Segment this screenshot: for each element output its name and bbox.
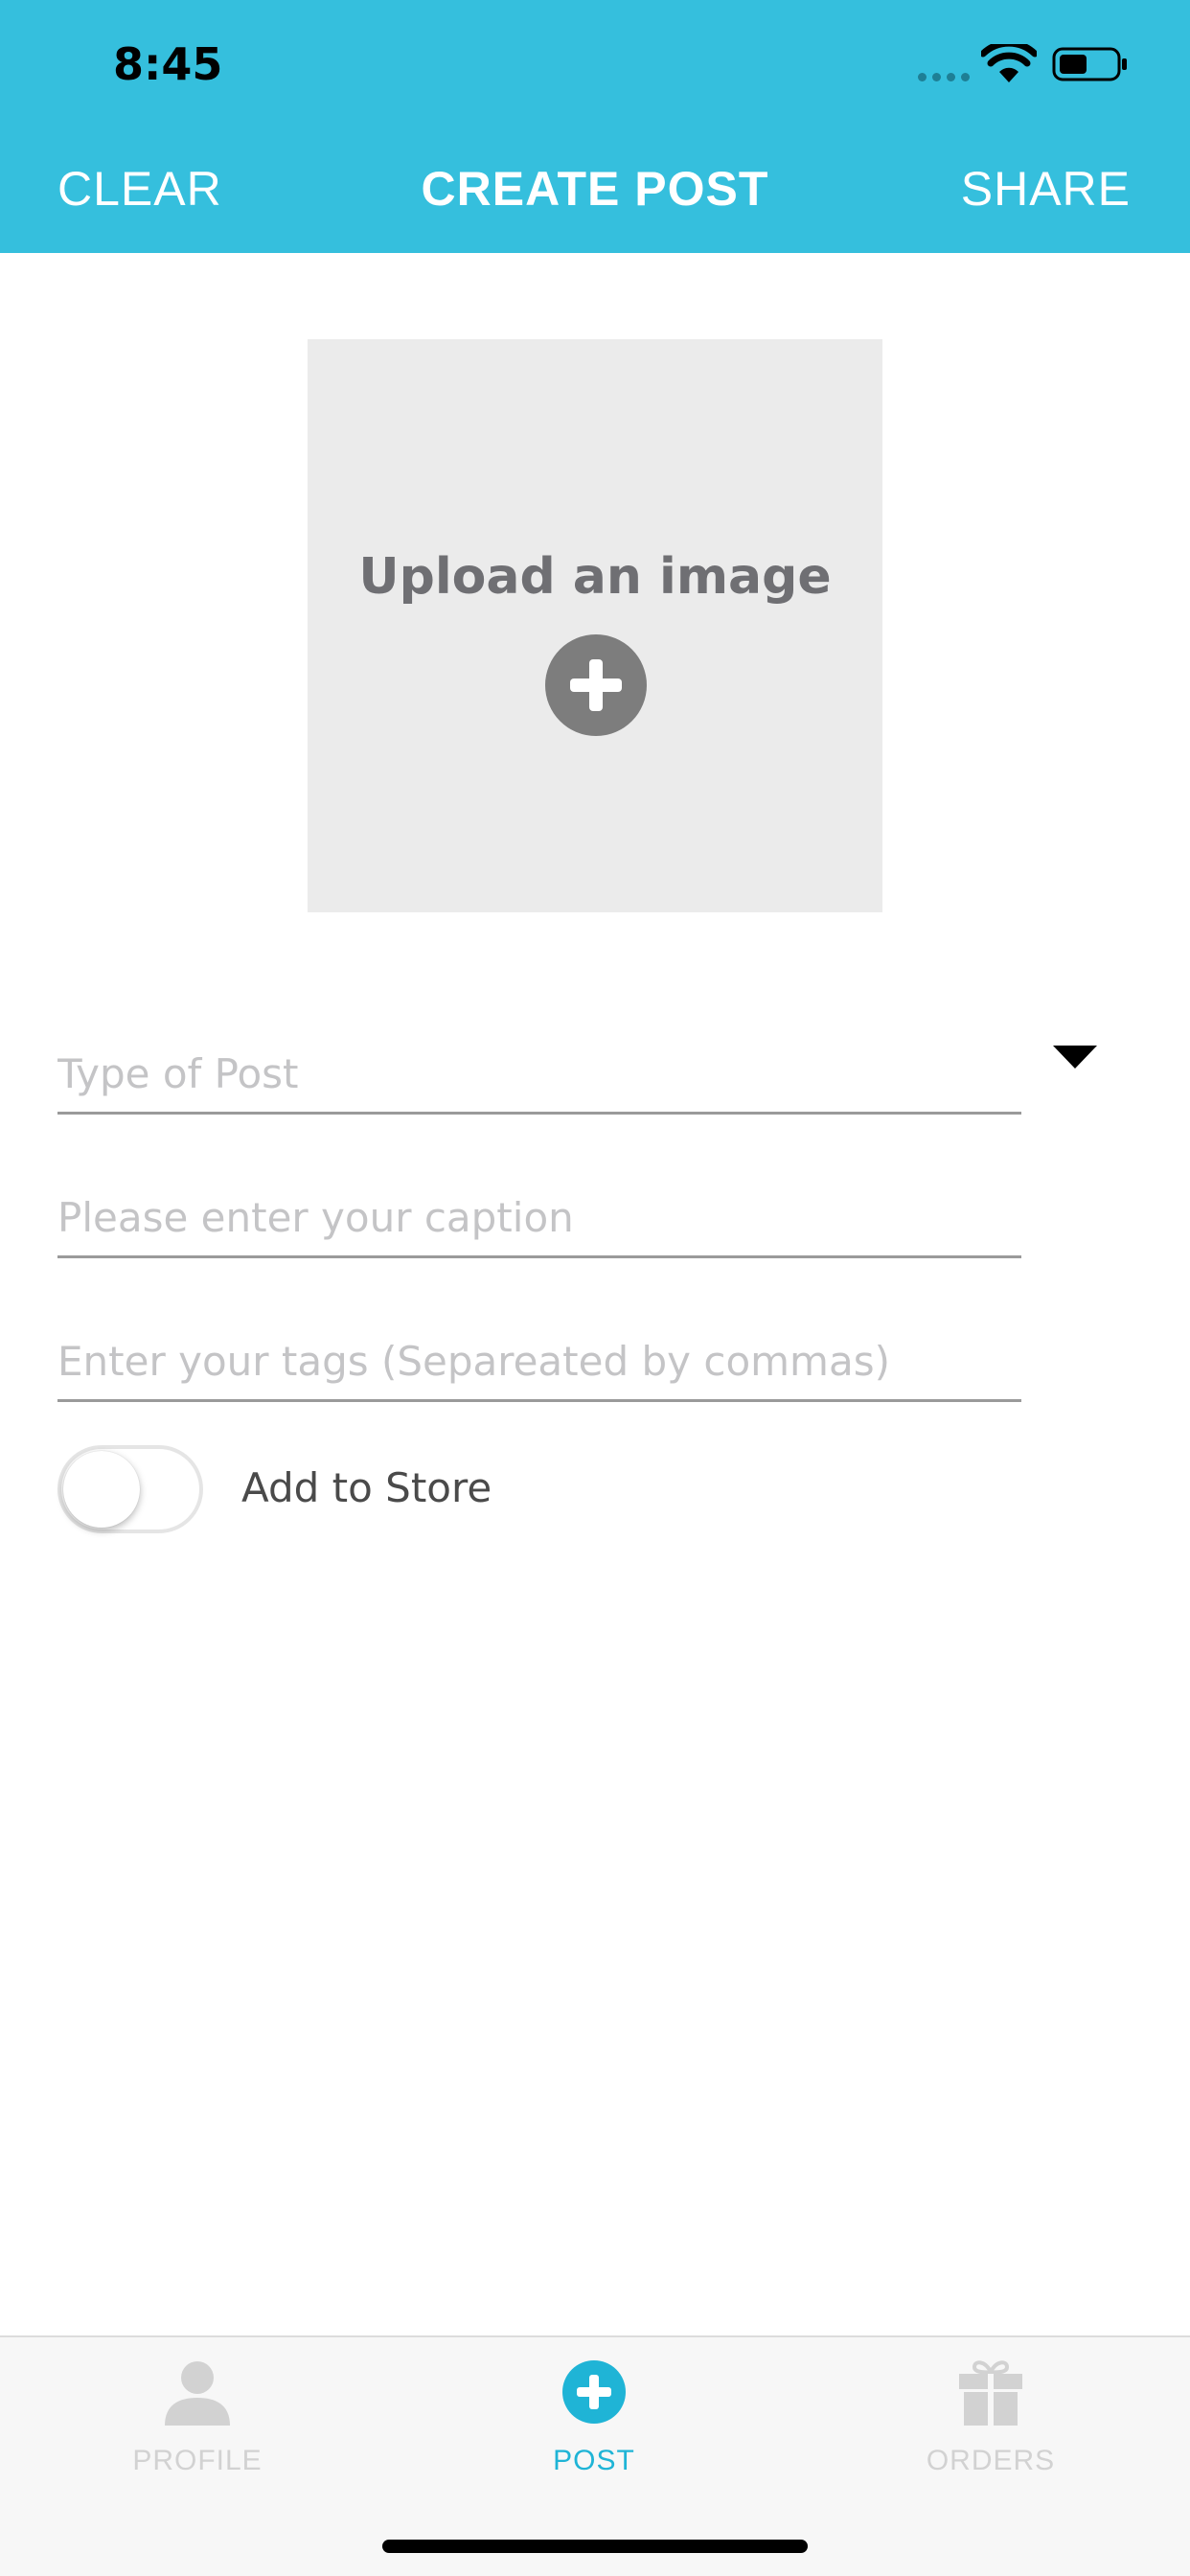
- tab-orders[interactable]: ORDERS: [876, 2357, 1106, 2510]
- person-icon: [165, 2361, 230, 2426]
- tab-label: PROFILE: [132, 2445, 263, 2476]
- plus-circle-icon[interactable]: [545, 634, 647, 736]
- tab-label: POST: [553, 2445, 635, 2476]
- tags-input[interactable]: [57, 1306, 1021, 1398]
- post-type-select[interactable]: [57, 1019, 1021, 1111]
- dropdown-arrow-icon[interactable]: [1053, 1046, 1097, 1069]
- add-to-store-toggle[interactable]: [57, 1445, 203, 1533]
- tab-post[interactable]: POST: [479, 2357, 709, 2510]
- caption-input[interactable]: [57, 1162, 1021, 1254]
- battery-icon: [1052, 47, 1127, 81]
- wifi-icon: [981, 44, 1037, 82]
- caption-field[interactable]: [57, 1162, 1021, 1258]
- tags-field[interactable]: [57, 1306, 1021, 1402]
- signal-dots-icon: [918, 73, 970, 81]
- tab-label: ORDERS: [926, 2445, 1056, 2476]
- plus-circle-icon: [562, 2360, 626, 2424]
- status-time: 8:45: [113, 38, 223, 90]
- share-button[interactable]: SHARE: [961, 161, 1131, 217]
- tab-profile[interactable]: PROFILE: [82, 2357, 312, 2510]
- post-type-field[interactable]: [57, 1019, 1021, 1115]
- home-indicator: [382, 2540, 808, 2553]
- header: 8:45 CLEAR CREATE POST SHARE: [0, 0, 1190, 253]
- add-to-store-label: Add to Store: [241, 1464, 492, 1511]
- gift-icon: [959, 2360, 1022, 2426]
- upload-label: Upload an image: [358, 548, 832, 606]
- toggle-knob: [63, 1451, 140, 1528]
- create-post-screen: 8:45 CLEAR CREATE POST SHARE Upload an i…: [0, 0, 1190, 2576]
- upload-image-area[interactable]: Upload an image: [308, 339, 882, 912]
